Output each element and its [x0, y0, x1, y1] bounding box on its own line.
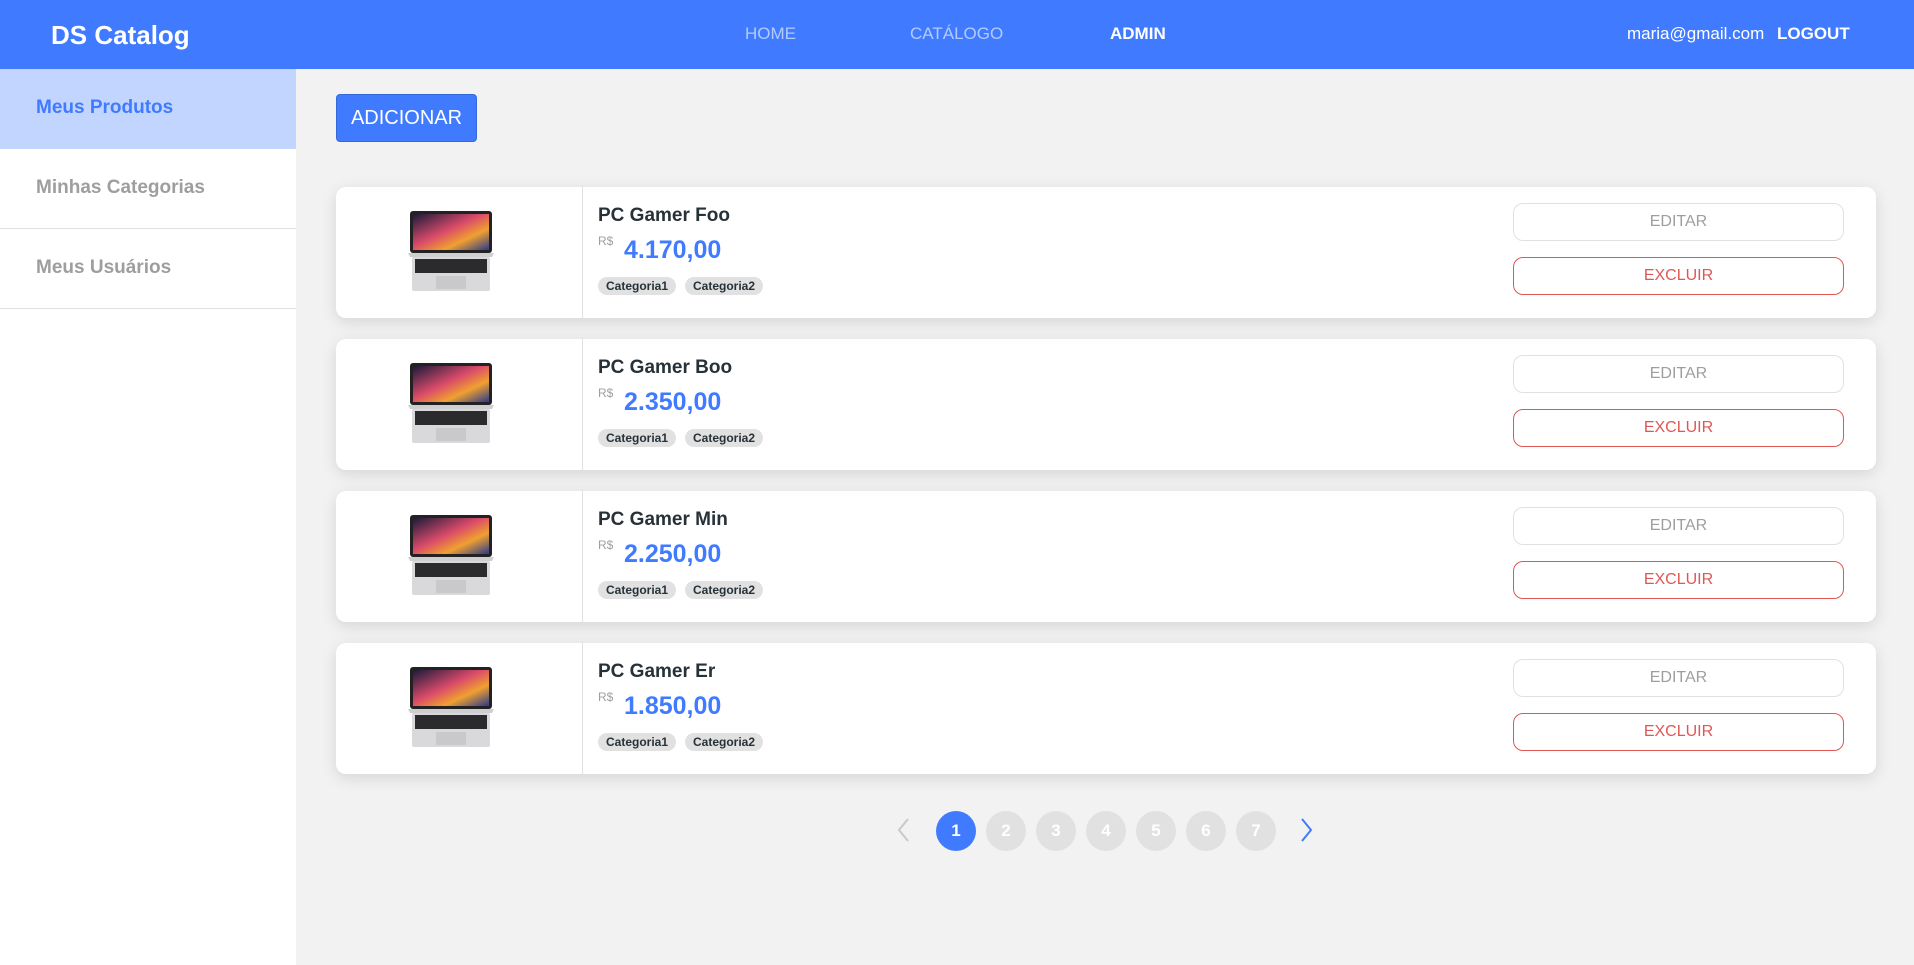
category-badge: Categoria1: [598, 429, 677, 447]
product-name: PC Gamer Min: [598, 509, 728, 530]
edit-button[interactable]: EDITAR: [1513, 659, 1844, 697]
nav-home[interactable]: HOME: [745, 24, 796, 44]
nav-admin[interactable]: ADMIN: [1110, 24, 1166, 44]
laptop-image: [408, 363, 494, 443]
delete-button[interactable]: EXCLUIR: [1513, 713, 1844, 751]
category-badge: Categoria2: [685, 581, 764, 599]
admin-sidebar: Meus Produtos Minhas Categorias Meus Usu…: [0, 69, 296, 965]
product-card: PC Gamer Foo R$ 4.170,00 Categoria1 Cate…: [336, 187, 1876, 318]
page-button-1[interactable]: 1: [936, 811, 976, 851]
product-image-wrapper: [336, 339, 583, 470]
sidebar-item-label: Minhas Categorias: [36, 177, 205, 198]
category-badge: Categoria2: [685, 733, 764, 751]
navbar: DS Catalog HOME CATÁLOGO ADMIN maria@gma…: [0, 0, 1914, 69]
sidebar-item-usuarios[interactable]: Meus Usuários: [0, 229, 296, 309]
delete-button[interactable]: EXCLUIR: [1513, 561, 1844, 599]
product-name: PC Gamer Boo: [598, 357, 733, 378]
edit-button-label: EDITAR: [1649, 517, 1708, 534]
product-price: 2.250,00: [624, 540, 722, 568]
edit-button-label: EDITAR: [1649, 365, 1708, 382]
add-product-button[interactable]: ADICIONAR: [336, 94, 477, 142]
delete-button-label: EXCLUIR: [1643, 267, 1714, 284]
category-badge: Categoria2: [685, 277, 764, 295]
chevron-right-icon[interactable]: [1296, 815, 1316, 845]
category-badge: Categoria1: [598, 581, 677, 599]
page-button-6[interactable]: 6: [1186, 811, 1226, 851]
product-price: 1.850,00: [624, 692, 722, 720]
product-image-wrapper: [336, 643, 583, 774]
product-name: PC Gamer Er: [598, 661, 716, 682]
currency-label: R$: [598, 538, 614, 552]
laptop-image: [408, 515, 494, 595]
product-card: PC Gamer Boo R$ 2.350,00 Categoria1 Cate…: [336, 339, 1876, 470]
currency-label: R$: [598, 234, 614, 248]
product-image-wrapper: [336, 491, 583, 622]
brand-logo[interactable]: DS Catalog: [51, 20, 190, 51]
product-name: PC Gamer Foo: [598, 205, 730, 226]
edit-button[interactable]: EDITAR: [1513, 203, 1844, 241]
nav-catalog[interactable]: CATÁLOGO: [910, 24, 1003, 44]
product-card: PC Gamer Min R$ 2.250,00 Categoria1 Cate…: [336, 491, 1876, 622]
page-button-2[interactable]: 2: [986, 811, 1026, 851]
sidebar-item-label: Meus Usuários: [36, 257, 172, 278]
page-button-4[interactable]: 4: [1086, 811, 1126, 851]
sidebar-item-produtos[interactable]: Meus Produtos: [0, 69, 296, 149]
laptop-image: [408, 667, 494, 747]
product-card: PC Gamer Er R$ 1.850,00 Categoria1 Categ…: [336, 643, 1876, 774]
category-badge: Categoria1: [598, 733, 677, 751]
delete-button-label: EXCLUIR: [1643, 723, 1714, 740]
chevron-left-icon[interactable]: [894, 815, 914, 845]
product-image-wrapper: [336, 187, 583, 318]
edit-button[interactable]: EDITAR: [1513, 355, 1844, 393]
currency-label: R$: [598, 386, 614, 400]
laptop-image: [408, 211, 494, 291]
category-badge: Categoria1: [598, 277, 677, 295]
edit-button[interactable]: EDITAR: [1513, 507, 1844, 545]
product-price: 2.350,00: [624, 388, 722, 416]
delete-button-label: EXCLUIR: [1643, 571, 1714, 588]
delete-button[interactable]: EXCLUIR: [1513, 409, 1844, 447]
page-button-7[interactable]: 7: [1236, 811, 1276, 851]
category-badge: Categoria2: [685, 429, 764, 447]
sidebar-item-label: Meus Produtos: [36, 97, 174, 118]
add-button-label: ADICIONAR: [350, 107, 463, 129]
edit-button-label: EDITAR: [1649, 213, 1708, 230]
product-price: 4.170,00: [624, 236, 722, 264]
delete-button-label: EXCLUIR: [1643, 419, 1714, 436]
currency-label: R$: [598, 690, 614, 704]
sidebar-item-categorias[interactable]: Minhas Categorias: [0, 149, 296, 229]
logout-link[interactable]: LOGOUT: [1777, 24, 1850, 44]
page-button-5[interactable]: 5: [1136, 811, 1176, 851]
user-email: maria@gmail.com: [1627, 24, 1765, 43]
delete-button[interactable]: EXCLUIR: [1513, 257, 1844, 295]
page-button-3[interactable]: 3: [1036, 811, 1076, 851]
edit-button-label: EDITAR: [1649, 669, 1708, 686]
